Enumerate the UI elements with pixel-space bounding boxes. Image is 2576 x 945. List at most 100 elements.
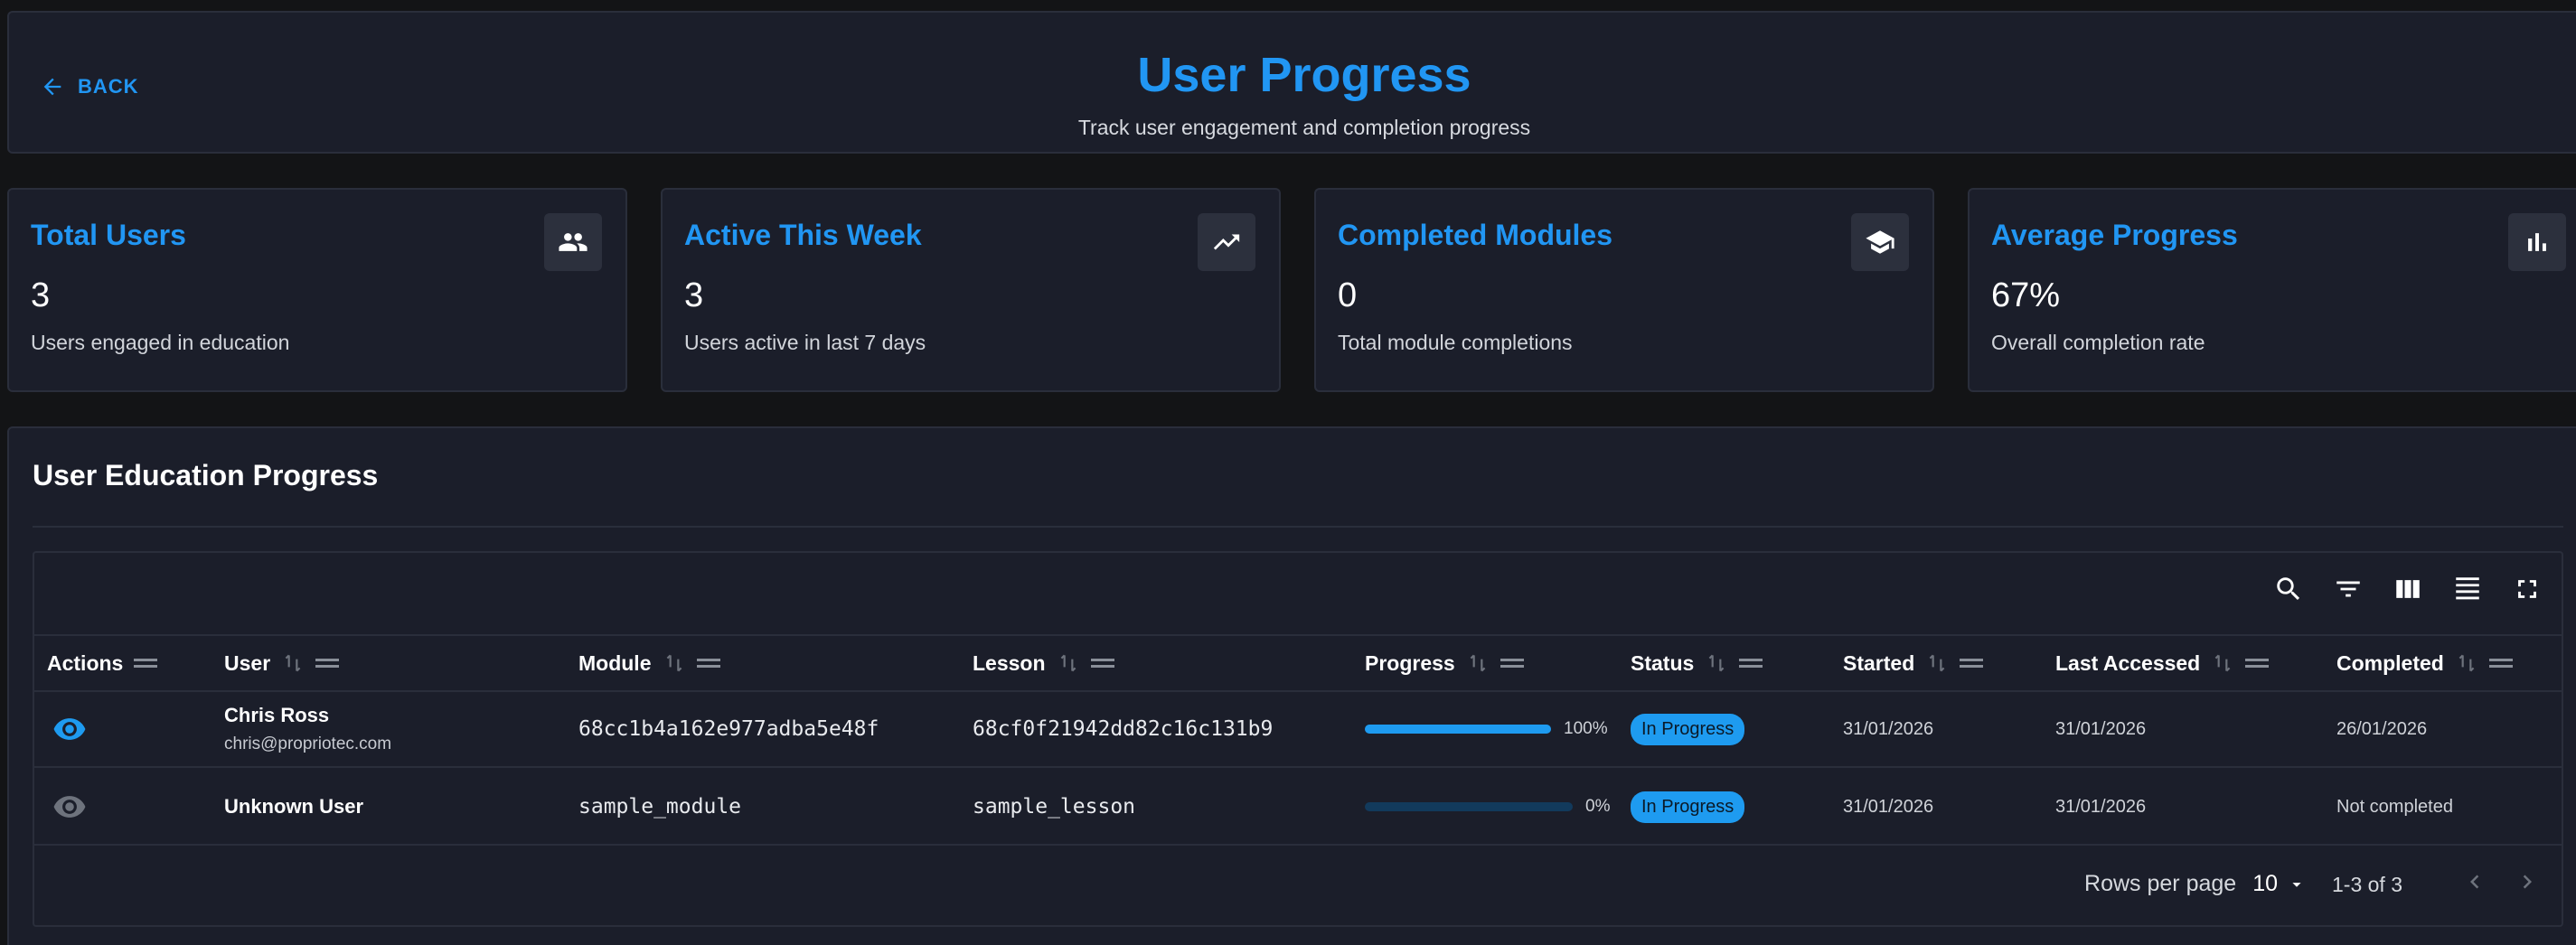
module-id: sample_module [578,795,742,819]
status-cell: In Progress [1631,692,1745,766]
drag-handle-icon[interactable] [2245,659,2270,668]
user-name: Chris Ross [224,704,330,726]
divider [33,526,2563,528]
table-footer: Rows per page 10 1-3 of 3 [34,847,2562,925]
people-icon [544,213,602,271]
column-label: Completed [2336,650,2444,675]
rows-per-page-label: Rows per page [2084,871,2237,896]
status-cell: In Progress [1631,770,1745,844]
stat-title: Average Progress [1991,219,2238,251]
rows-per-page: Rows per page 10 [2084,871,2307,897]
started-date: 31/01/2026 [1843,796,1934,817]
view-icon[interactable] [52,692,87,766]
user-cell: Chris Ross chris@propriotec.com [224,692,391,766]
stat-value: 3 [684,276,704,314]
stat-title: Total Users [31,219,186,251]
sort-icon[interactable] [663,651,686,675]
chevron-right-icon [2523,875,2532,889]
previous-page-button[interactable] [2458,865,2491,898]
user-cell: Unknown User [224,770,363,844]
sort-icon[interactable] [1057,651,1080,675]
last-accessed-date: 31/01/2026 [2055,718,2147,739]
stat-card-active-this-week: Active This Week 3 Users active in last … [661,188,1281,392]
search-icon[interactable] [2272,573,2305,605]
column-header-completed[interactable]: Completed [2336,636,2513,690]
sort-icon[interactable] [2455,651,2478,675]
stat-description: Overall completion rate [1991,331,2205,354]
stat-card-average-progress: Average Progress 67% Overall completion … [1968,188,2576,392]
stat-value: 3 [31,276,51,314]
drag-handle-icon[interactable] [1739,659,1763,668]
table-row: Unknown User sample_module sample_lesson… [34,770,2562,846]
pagination-range: 1-3 of 3 [2332,873,2402,896]
column-label: User [224,650,271,675]
status-badge: In Progress [1631,791,1745,823]
sort-icon[interactable] [1466,651,1490,675]
column-header-started[interactable]: Started [1843,636,1984,690]
column-label: Progress [1365,650,1455,675]
drag-handle-icon[interactable] [1090,659,1114,668]
module-id: 68cc1b4a162e977adba5e48f [578,717,879,741]
sort-icon[interactable] [281,651,305,675]
pagination-controls [2458,865,2543,898]
table-toolbar [2272,573,2543,605]
stat-title: Completed Modules [1338,219,1613,251]
progress-table: Actions User Module Lesson Progress Stat… [33,551,2563,927]
column-label: Status [1631,650,1695,675]
column-header-user[interactable]: User [224,636,340,690]
column-header-lesson[interactable]: Lesson [973,636,1114,690]
sort-icon[interactable] [1925,651,1949,675]
completed-date: 26/01/2026 [2336,718,2428,739]
drag-handle-icon[interactable] [2488,659,2513,668]
filter-icon[interactable] [2332,573,2364,605]
page-header: BACK User Progress Track user engagement… [7,11,2576,154]
stat-card-completed-modules: Completed Modules 0 Total module complet… [1314,188,1934,392]
column-label: Lesson [973,650,1046,675]
page-title: User Progress [1137,48,1471,102]
column-header-progress[interactable]: Progress [1365,636,1524,690]
sort-icon[interactable] [2211,651,2234,675]
drag-handle-icon[interactable] [134,659,158,668]
stat-value: 67% [1991,276,2061,314]
progress-cell: 100% [1365,692,1608,766]
column-header-status[interactable]: Status [1631,636,1763,690]
stat-title: Active This Week [684,219,922,251]
column-label: Actions [47,650,124,675]
page-subtitle: Track user engagement and completion pro… [1077,116,1531,139]
graduation-cap-icon [1851,213,1909,271]
rows-per-page-select[interactable]: 10 [2252,871,2307,897]
columns-icon[interactable] [2392,573,2424,605]
drag-handle-icon[interactable] [1960,659,1984,668]
progress-bar [1365,802,1573,811]
next-page-button[interactable] [2511,865,2543,898]
status-badge: In Progress [1631,713,1745,745]
drag-handle-icon[interactable] [1500,659,1524,668]
density-icon[interactable] [2451,573,2484,605]
last-accessed-date: 31/01/2026 [2055,796,2147,817]
view-icon[interactable] [52,770,87,844]
started-date: 31/01/2026 [1843,718,1934,739]
lesson-id: 68cf0f21942dd82c16c131b9 [973,717,1274,741]
drag-handle-icon[interactable] [696,659,720,668]
progress-percent: 0% [1585,797,1611,816]
progress-cell: 0% [1365,770,1610,844]
progress-bar-fill [1365,725,1551,734]
stat-card-total-users: Total Users 3 Users engaged in education [7,188,627,392]
bar-chart-icon [2508,213,2566,271]
user-email: chris@propriotec.com [224,734,392,753]
column-header-actions: Actions [47,636,158,690]
column-header-module[interactable]: Module [578,636,720,690]
caret-down-icon [2292,882,2301,887]
stat-description: Users active in last 7 days [684,331,926,354]
user-name: Unknown User [224,795,364,818]
column-label: Module [578,650,652,675]
column-header-last-accessed[interactable]: Last Accessed [2055,636,2270,690]
lesson-id: sample_lesson [973,795,1136,819]
fullscreen-icon[interactable] [2511,573,2543,605]
drag-handle-icon[interactable] [315,659,340,668]
progress-percent: 100% [1564,719,1608,738]
sort-icon[interactable] [1705,651,1728,675]
progress-bar [1365,725,1551,734]
section-title: User Education Progress [33,459,379,491]
completed-status: Not completed [2336,796,2453,817]
